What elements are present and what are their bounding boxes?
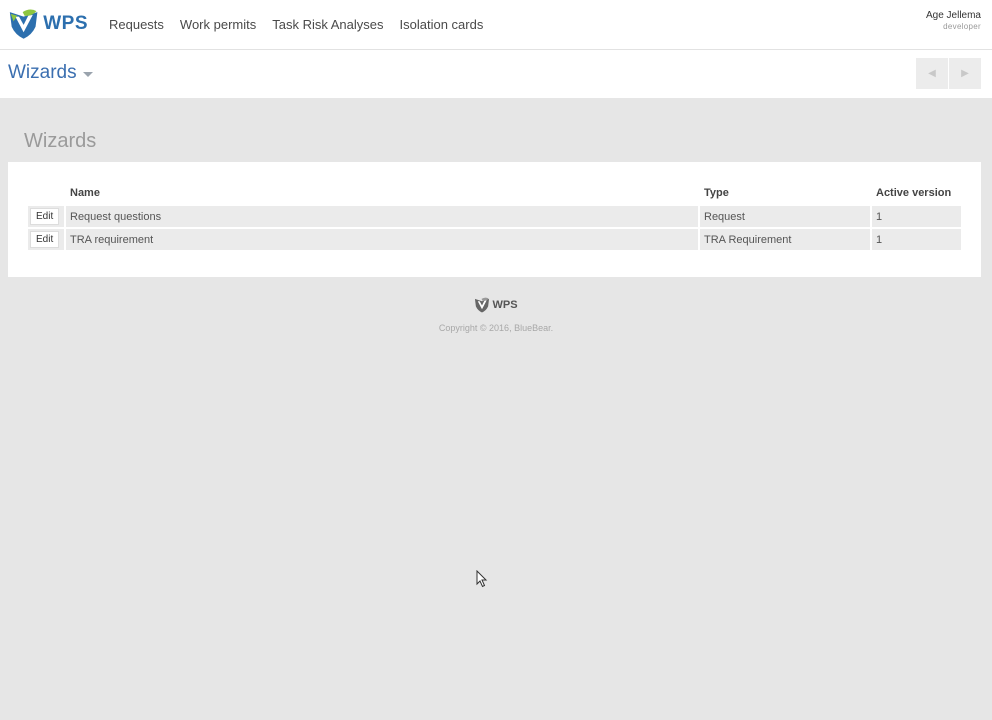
- table-cell-actions: Edit: [28, 229, 64, 250]
- user-name: Age Jellema: [925, 10, 981, 21]
- sub-header: Wizards ◀ ▶: [0, 50, 992, 98]
- nav-task-risk-analyses[interactable]: Task Risk Analyses: [264, 0, 391, 49]
- copyright-text: Copyright © 2016, BlueBear.: [438, 323, 554, 333]
- chevron-left-icon: ◀: [928, 68, 936, 79]
- table-cell-version: 1: [872, 206, 961, 227]
- chevron-right-icon: ▶: [961, 68, 969, 79]
- wps-logo[interactable]: WPS: [8, 7, 88, 41]
- table-cell-name: TRA requirement: [66, 229, 698, 250]
- section-title: Wizards: [8, 62, 77, 83]
- user-menu[interactable]: Age Jellema developer: [926, 10, 981, 32]
- table-cell-type: Request: [700, 206, 870, 227]
- table-header-actions: [28, 182, 64, 204]
- logo-text: WPS: [43, 13, 88, 34]
- table-row: Edit TRA requirement TRA Requirement 1: [28, 229, 961, 250]
- edit-button[interactable]: Edit: [30, 231, 60, 248]
- footer: WPS Copyright © 2016, BlueBear.: [0, 297, 992, 333]
- previous-button[interactable]: ◀: [916, 58, 948, 89]
- table-header-active-version: Active version: [876, 187, 952, 199]
- nav-work-permits[interactable]: Work permits: [172, 0, 264, 49]
- main-nav: Requests Work permits Task Risk Analyses…: [101, 0, 491, 49]
- table-cell-name: Request questions: [66, 206, 698, 227]
- table-header-type: Type: [704, 187, 729, 199]
- shield-logo-icon: [9, 9, 38, 39]
- table-cell-version: 1: [872, 229, 961, 250]
- table-header-name: Name: [70, 187, 100, 199]
- page-title: Wizards: [24, 130, 97, 152]
- footer-logo-text: WPS: [492, 299, 518, 311]
- top-header: WPS Requests Work permits Task Risk Anal…: [0, 0, 992, 50]
- user-role: developer: [943, 22, 981, 31]
- section-dropdown[interactable]: Wizards: [8, 62, 93, 84]
- mouse-cursor-icon: [476, 570, 488, 588]
- table-row: Edit Request questions Request 1: [28, 206, 961, 227]
- wizards-table: Name Type Active version Edit Request qu…: [26, 180, 963, 252]
- footer-logo: WPS: [474, 297, 518, 313]
- footer-shield-icon: [475, 297, 490, 313]
- next-button[interactable]: ▶: [949, 58, 981, 89]
- table-cell-actions: Edit: [28, 206, 64, 227]
- caret-down-icon: [82, 71, 93, 77]
- pager: ◀ ▶: [915, 58, 981, 89]
- nav-requests[interactable]: Requests: [101, 0, 172, 49]
- table-header-row: Name Type Active version: [28, 182, 961, 204]
- table-cell-type: TRA Requirement: [700, 229, 870, 250]
- nav-isolation-cards[interactable]: Isolation cards: [392, 0, 492, 49]
- edit-button[interactable]: Edit: [30, 208, 60, 225]
- wizards-panel: Name Type Active version Edit Request qu…: [8, 162, 981, 277]
